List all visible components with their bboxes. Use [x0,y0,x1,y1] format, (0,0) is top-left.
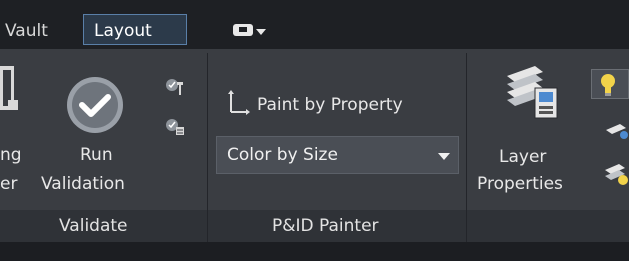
layer-isolate-icon[interactable] [605,162,629,190]
layer-on-button[interactable] [591,69,629,99]
lightbulb-icon [601,74,615,96]
chevron-down-icon[interactable] [256,29,266,35]
layer-properties-label-line1[interactable]: Layer [499,147,546,167]
run-validation-label-line1[interactable]: Run [80,145,113,165]
validate-panel-title[interactable]: Validate [59,216,128,236]
check-settings-icon[interactable] [165,78,185,96]
drawing-area-edge [0,242,629,261]
paint-by-property-button[interactable]: Paint by Property [257,95,403,115]
check-list-icon[interactable] [165,118,185,136]
partial-button-label-line2[interactable]: er [0,174,17,194]
axis-icon[interactable] [228,90,250,116]
tab-layout[interactable]: Layout [83,14,187,45]
color-by-dropdown-value: Color by Size [227,145,338,165]
partial-button-label-line1[interactable]: ng [0,145,22,165]
tab-layout-label: Layout [94,21,152,41]
layers-panel-footer [467,210,629,242]
checkmark-circle-icon[interactable] [66,76,124,134]
pid-painter-panel-title[interactable]: P&ID Painter [272,216,379,236]
partial-tool-icon[interactable] [0,64,22,114]
display-icon[interactable] [232,23,254,37]
run-validation-label-line2[interactable]: Validation [41,174,125,194]
layer-properties-label-line2[interactable]: Properties [477,174,563,194]
color-by-dropdown[interactable]: Color by Size [216,136,459,174]
layer-freeze-icon[interactable] [606,124,629,140]
chevron-down-icon [438,153,450,160]
layer-properties-icon[interactable] [505,62,561,120]
tab-vault[interactable]: Vault [5,21,48,41]
